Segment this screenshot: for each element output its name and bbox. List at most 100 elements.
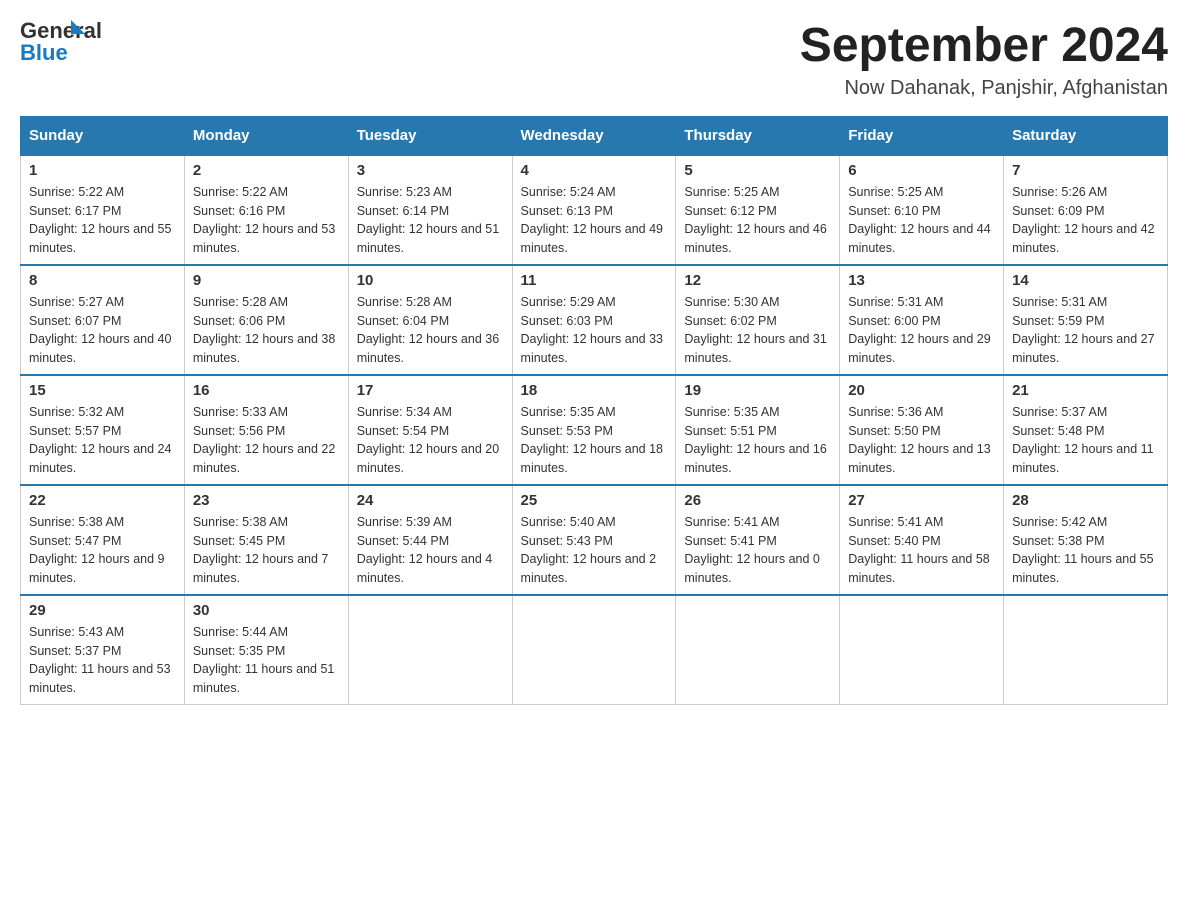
day-info: Sunrise: 5:38 AMSunset: 5:47 PMDaylight:… (29, 513, 176, 588)
calendar-day-cell: 14 Sunrise: 5:31 AMSunset: 5:59 PMDayligh… (1004, 265, 1168, 375)
day-of-week-header: Tuesday (348, 116, 512, 155)
day-number: 27 (848, 492, 995, 509)
day-info: Sunrise: 5:34 AMSunset: 5:54 PMDaylight:… (357, 403, 504, 478)
calendar-subtitle: Now Dahanak, Panjshir, Afghanistan (800, 77, 1168, 100)
day-info: Sunrise: 5:24 AMSunset: 6:13 PMDaylight:… (521, 183, 668, 258)
day-number: 28 (1012, 492, 1159, 509)
calendar-day-cell: 6 Sunrise: 5:25 AMSunset: 6:10 PMDaylight… (840, 155, 1004, 265)
day-info: Sunrise: 5:35 AMSunset: 5:51 PMDaylight:… (684, 403, 831, 478)
day-number: 9 (193, 272, 340, 289)
day-of-week-header: Sunday (21, 116, 185, 155)
calendar-day-cell: 15Sunrise: 5:32 AMSunset: 5:57 PMDayligh… (21, 375, 185, 485)
day-info: Sunrise: 5:35 AMSunset: 5:53 PMDaylight:… (521, 403, 668, 478)
day-info: Sunrise: 5:36 AMSunset: 5:50 PMDaylight:… (848, 403, 995, 478)
calendar-day-cell (1004, 595, 1168, 705)
calendar-day-cell: 30Sunrise: 5:44 AMSunset: 5:35 PMDayligh… (184, 595, 348, 705)
day-number: 14 (1012, 272, 1159, 289)
day-info: Sunrise: 5:22 AMSunset: 6:16 PMDaylight:… (193, 183, 340, 258)
calendar-day-cell: 9 Sunrise: 5:28 AMSunset: 6:06 PMDaylight… (184, 265, 348, 375)
day-info: Sunrise: 5:32 AMSunset: 5:57 PMDaylight:… (29, 403, 176, 478)
calendar-week-row: 29Sunrise: 5:43 AMSunset: 5:37 PMDayligh… (21, 595, 1168, 705)
calendar-week-row: 1 Sunrise: 5:22 AMSunset: 6:17 PMDaylight… (21, 155, 1168, 265)
day-number: 6 (848, 162, 995, 179)
day-number: 25 (521, 492, 668, 509)
day-info: Sunrise: 5:41 AMSunset: 5:40 PMDaylight:… (848, 513, 995, 588)
day-number: 2 (193, 162, 340, 179)
calendar-day-cell (676, 595, 840, 705)
calendar-day-cell: 7 Sunrise: 5:26 AMSunset: 6:09 PMDaylight… (1004, 155, 1168, 265)
day-number: 30 (193, 602, 340, 619)
calendar-week-row: 15Sunrise: 5:32 AMSunset: 5:57 PMDayligh… (21, 375, 1168, 485)
day-of-week-header: Thursday (676, 116, 840, 155)
calendar-header-row: SundayMondayTuesdayWednesdayThursdayFrid… (21, 116, 1168, 155)
day-info: Sunrise: 5:27 AMSunset: 6:07 PMDaylight:… (29, 293, 176, 368)
day-number: 13 (848, 272, 995, 289)
day-number: 7 (1012, 162, 1159, 179)
day-info: Sunrise: 5:28 AMSunset: 6:04 PMDaylight:… (357, 293, 504, 368)
page-header: General Blue September 2024 Now Dahanak,… (20, 20, 1168, 100)
day-info: Sunrise: 5:43 AMSunset: 5:37 PMDaylight:… (29, 623, 176, 698)
calendar-week-row: 8 Sunrise: 5:27 AMSunset: 6:07 PMDaylight… (21, 265, 1168, 375)
calendar-day-cell: 20Sunrise: 5:36 AMSunset: 5:50 PMDayligh… (840, 375, 1004, 485)
logo-line2: Blue (20, 42, 102, 64)
day-number: 26 (684, 492, 831, 509)
day-info: Sunrise: 5:38 AMSunset: 5:45 PMDaylight:… (193, 513, 340, 588)
calendar-day-cell: 24 Sunrise: 5:39 AMSunset: 5:44 PMDayligh… (348, 485, 512, 595)
calendar-title: September 2024 (800, 20, 1168, 73)
day-number: 8 (29, 272, 176, 289)
calendar-day-cell: 26Sunrise: 5:41 AMSunset: 5:41 PMDayligh… (676, 485, 840, 595)
day-info: Sunrise: 5:40 AMSunset: 5:43 PMDaylight:… (521, 513, 668, 588)
day-info: Sunrise: 5:30 AMSunset: 6:02 PMDaylight:… (684, 293, 831, 368)
calendar-day-cell: 18 Sunrise: 5:35 AMSunset: 5:53 PMDayligh… (512, 375, 676, 485)
day-number: 19 (684, 382, 831, 399)
day-info: Sunrise: 5:23 AMSunset: 6:14 PMDaylight:… (357, 183, 504, 258)
calendar-day-cell: 19 Sunrise: 5:35 AMSunset: 5:51 PMDayligh… (676, 375, 840, 485)
calendar-day-cell: 3 Sunrise: 5:23 AMSunset: 6:14 PMDaylight… (348, 155, 512, 265)
day-number: 3 (357, 162, 504, 179)
calendar-day-cell: 16 Sunrise: 5:33 AMSunset: 5:56 PMDayligh… (184, 375, 348, 485)
day-info: Sunrise: 5:33 AMSunset: 5:56 PMDaylight:… (193, 403, 340, 478)
day-info: Sunrise: 5:39 AMSunset: 5:44 PMDaylight:… (357, 513, 504, 588)
day-number: 22 (29, 492, 176, 509)
day-info: Sunrise: 5:25 AMSunset: 6:10 PMDaylight:… (848, 183, 995, 258)
day-number: 1 (29, 162, 176, 179)
calendar-week-row: 22 Sunrise: 5:38 AMSunset: 5:47 PMDayligh… (21, 485, 1168, 595)
calendar-day-cell: 28 Sunrise: 5:42 AMSunset: 5:38 PMDayligh… (1004, 485, 1168, 595)
calendar-day-cell: 4Sunrise: 5:24 AMSunset: 6:13 PMDaylight… (512, 155, 676, 265)
day-of-week-header: Wednesday (512, 116, 676, 155)
calendar-day-cell: 5 Sunrise: 5:25 AMSunset: 6:12 PMDaylight… (676, 155, 840, 265)
day-info: Sunrise: 5:29 AMSunset: 6:03 PMDaylight:… (521, 293, 668, 368)
calendar-day-cell: 23Sunrise: 5:38 AMSunset: 5:45 PMDayligh… (184, 485, 348, 595)
calendar-day-cell: 13 Sunrise: 5:31 AMSunset: 6:00 PMDayligh… (840, 265, 1004, 375)
calendar-day-cell: 17Sunrise: 5:34 AMSunset: 5:54 PMDayligh… (348, 375, 512, 485)
calendar-day-cell: 27 Sunrise: 5:41 AMSunset: 5:40 PMDayligh… (840, 485, 1004, 595)
calendar-day-cell (348, 595, 512, 705)
calendar-table: SundayMondayTuesdayWednesdayThursdayFrid… (20, 116, 1168, 705)
day-number: 18 (521, 382, 668, 399)
calendar-day-cell: 10Sunrise: 5:28 AMSunset: 6:04 PMDayligh… (348, 265, 512, 375)
calendar-day-cell: 2 Sunrise: 5:22 AMSunset: 6:16 PMDaylight… (184, 155, 348, 265)
day-of-week-header: Saturday (1004, 116, 1168, 155)
calendar-day-cell: 21 Sunrise: 5:37 AMSunset: 5:48 PMDayligh… (1004, 375, 1168, 485)
day-info: Sunrise: 5:37 AMSunset: 5:48 PMDaylight:… (1012, 403, 1159, 478)
day-info: Sunrise: 5:26 AMSunset: 6:09 PMDaylight:… (1012, 183, 1159, 258)
calendar-day-cell: 22 Sunrise: 5:38 AMSunset: 5:47 PMDayligh… (21, 485, 185, 595)
day-info: Sunrise: 5:25 AMSunset: 6:12 PMDaylight:… (684, 183, 831, 258)
day-info: Sunrise: 5:28 AMSunset: 6:06 PMDaylight:… (193, 293, 340, 368)
day-number: 24 (357, 492, 504, 509)
day-number: 11 (521, 272, 668, 289)
calendar-day-cell: 25 Sunrise: 5:40 AMSunset: 5:43 PMDayligh… (512, 485, 676, 595)
day-info: Sunrise: 5:42 AMSunset: 5:38 PMDaylight:… (1012, 513, 1159, 588)
logo-triangle-icon (71, 20, 85, 34)
day-info: Sunrise: 5:31 AMSunset: 5:59 PMDaylight:… (1012, 293, 1159, 368)
day-number: 12 (684, 272, 831, 289)
day-of-week-header: Friday (840, 116, 1004, 155)
calendar-day-cell (840, 595, 1004, 705)
title-block: September 2024 Now Dahanak, Panjshir, Af… (800, 20, 1168, 100)
day-number: 21 (1012, 382, 1159, 399)
day-number: 5 (684, 162, 831, 179)
day-info: Sunrise: 5:22 AMSunset: 6:17 PMDaylight:… (29, 183, 176, 258)
day-number: 16 (193, 382, 340, 399)
day-info: Sunrise: 5:31 AMSunset: 6:00 PMDaylight:… (848, 293, 995, 368)
logo: General Blue (20, 20, 102, 64)
